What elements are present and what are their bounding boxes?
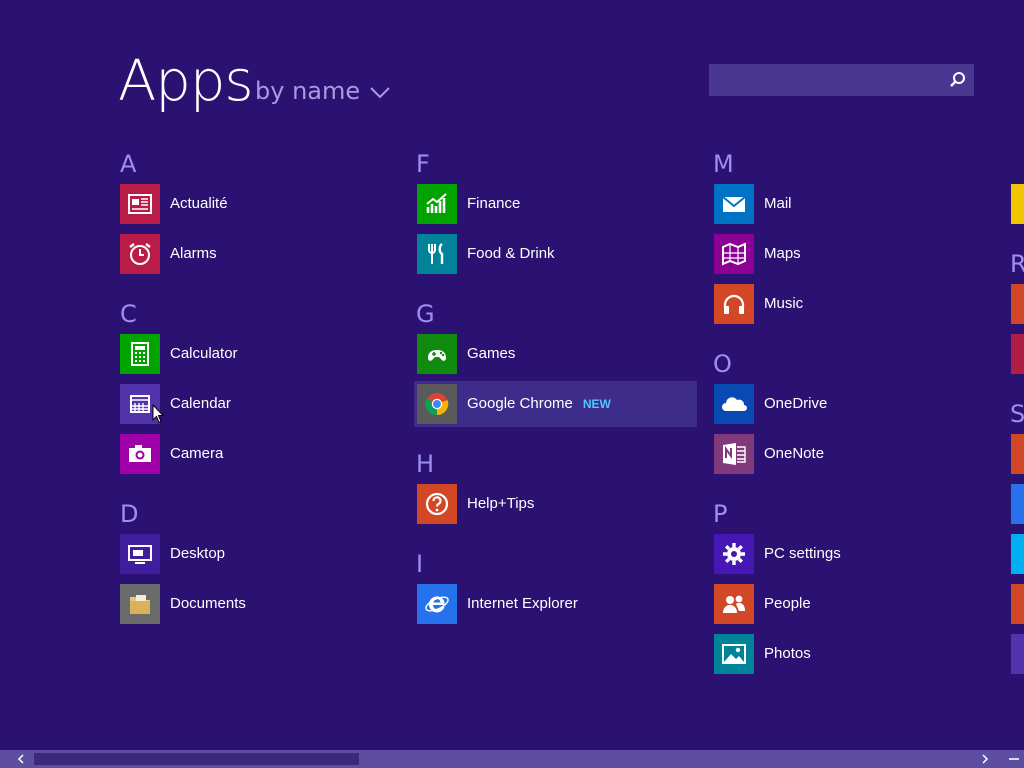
app-people[interactable]: People	[714, 581, 994, 627]
app-name: OneNote	[764, 445, 825, 462]
app-name: PC settings	[764, 545, 841, 562]
sort-label: by name	[255, 77, 361, 105]
app-name: Photos	[764, 645, 811, 662]
search-input[interactable]	[709, 64, 946, 98]
sort-by-name-dropdown[interactable]: by name	[255, 74, 390, 108]
group-letter-g[interactable]: G	[416, 300, 435, 328]
scroll-thumb[interactable]	[34, 753, 359, 765]
app-help-tips[interactable]: Help+Tips	[417, 481, 697, 527]
app-name: Documents	[170, 595, 246, 612]
app-mail[interactable]: Mail	[714, 181, 994, 227]
news-icon	[120, 184, 160, 224]
onenote-icon	[714, 434, 754, 474]
alarm-clock-icon	[120, 234, 160, 274]
group-letter-s[interactable]: S	[1010, 400, 1024, 428]
app-internet-explorer[interactable]: Internet Explorer	[417, 581, 697, 627]
group-letter-c[interactable]: C	[120, 300, 137, 328]
app-calculator[interactable]: Calculator	[120, 331, 400, 377]
headphones-icon	[714, 284, 754, 324]
people-icon	[714, 584, 754, 624]
folder-icon	[120, 584, 160, 624]
app-music[interactable]: Music	[714, 281, 994, 327]
mail-icon	[714, 184, 754, 224]
semantic-zoom-button[interactable]	[1004, 750, 1024, 768]
photo-icon	[714, 634, 754, 674]
group-letter-a[interactable]: A	[120, 150, 136, 178]
app-name: Help+Tips	[467, 495, 535, 512]
app-camera[interactable]: Camera	[120, 431, 400, 477]
scroll-left-button[interactable]	[14, 750, 28, 768]
mouse-pointer-icon	[152, 404, 164, 424]
chevron-down-icon	[370, 86, 390, 98]
chrome-icon	[417, 384, 457, 424]
finance-chart-icon	[417, 184, 457, 224]
app-name-row: Google Chrome NEW	[467, 381, 611, 427]
partial-app-tile[interactable]	[1011, 184, 1024, 224]
app-food-drink[interactable]: Food & Drink	[417, 231, 697, 277]
group-letter-d[interactable]: D	[120, 500, 138, 528]
app-name: Actualité	[170, 195, 228, 212]
app-maps[interactable]: Maps	[714, 231, 994, 277]
app-name: Maps	[764, 245, 801, 262]
app-name: Desktop	[170, 545, 226, 562]
page-title: Apps	[118, 49, 254, 114]
partial-app-tile[interactable]	[1011, 284, 1024, 324]
internet-explorer-icon	[417, 584, 457, 624]
app-onedrive[interactable]: OneDrive	[714, 381, 994, 427]
app-name: Food & Drink	[467, 245, 555, 262]
app-alarms[interactable]: Alarms	[120, 231, 400, 277]
app-finance[interactable]: Finance	[417, 181, 697, 227]
app-name: Finance	[467, 195, 521, 212]
app-name: Music	[764, 295, 804, 312]
app-photos[interactable]: Photos	[714, 631, 994, 677]
search-icon[interactable]	[948, 70, 968, 90]
app-games[interactable]: Games	[417, 331, 697, 377]
minus-icon	[1009, 758, 1019, 760]
app-name: Calendar	[170, 395, 231, 412]
desktop-icon	[120, 534, 160, 574]
app-desktop[interactable]: Desktop	[120, 531, 400, 577]
group-letter-f[interactable]: F	[416, 150, 430, 178]
group-letter-o[interactable]: O	[713, 350, 732, 378]
search-box[interactable]	[709, 64, 974, 98]
cloud-icon	[714, 384, 754, 424]
scroll-right-button[interactable]	[978, 750, 992, 768]
app-name: Alarms	[170, 245, 217, 262]
group-letter-p[interactable]: P	[713, 500, 727, 528]
group-letter-h[interactable]: H	[416, 450, 434, 478]
app-name: Internet Explorer	[467, 595, 578, 612]
map-icon	[714, 234, 754, 274]
partial-app-tile[interactable]	[1011, 484, 1024, 524]
app-onenote[interactable]: OneNote	[714, 431, 994, 477]
app-name: People	[764, 595, 811, 612]
group-letter-i[interactable]: I	[416, 550, 423, 578]
chevron-right-icon	[982, 754, 989, 764]
app-name: OneDrive	[764, 395, 828, 412]
partial-app-tile[interactable]	[1011, 584, 1024, 624]
group-letter-r[interactable]: R	[1010, 250, 1024, 278]
partial-app-tile[interactable]	[1011, 634, 1024, 674]
gamepad-icon	[417, 334, 457, 374]
help-icon	[417, 484, 457, 524]
partial-app-tile[interactable]	[1011, 534, 1024, 574]
app-name: Calculator	[170, 345, 238, 362]
camera-icon	[120, 434, 160, 474]
app-documents[interactable]: Documents	[120, 581, 400, 627]
fork-knife-icon	[417, 234, 457, 274]
gear-icon	[714, 534, 754, 574]
chevron-left-icon	[17, 754, 24, 764]
app-name: Google Chrome	[467, 395, 573, 412]
partial-app-tile[interactable]	[1011, 334, 1024, 374]
app-actualite[interactable]: Actualité	[120, 181, 400, 227]
horizontal-scrollbar[interactable]	[0, 750, 1024, 768]
partial-app-tile[interactable]	[1011, 434, 1024, 474]
app-pc-settings[interactable]: PC settings	[714, 531, 994, 577]
group-letter-m[interactable]: M	[713, 150, 734, 178]
app-name: Mail	[764, 195, 792, 212]
calculator-icon	[120, 334, 160, 374]
app-name: Games	[467, 345, 516, 362]
new-badge: NEW	[582, 397, 611, 411]
app-name: Camera	[170, 445, 224, 462]
app-google-chrome[interactable]: Google Chrome NEW	[414, 381, 697, 427]
